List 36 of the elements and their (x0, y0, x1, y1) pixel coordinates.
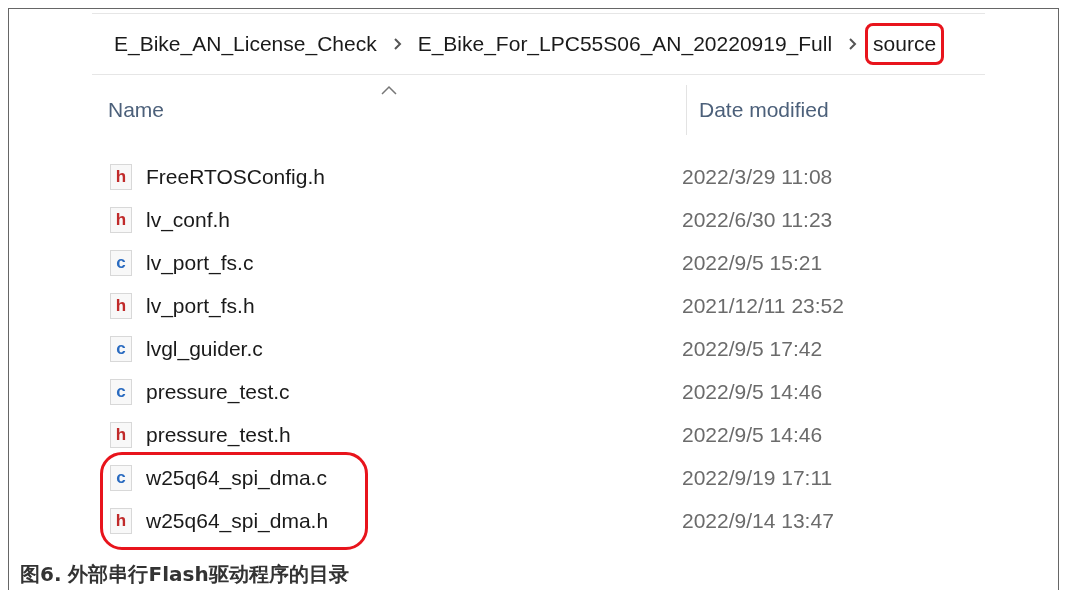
file-icon: h (110, 206, 132, 233)
date-modified: 2021/12/11 23:52 (682, 293, 844, 318)
column-header[interactable]: Name (92, 85, 686, 135)
breadcrumb-item[interactable]: E_Bike_AN_License_Check (106, 23, 385, 65)
date-modified: 2022/9/5 17:42 (682, 336, 823, 361)
date-modified: 2022/3/29 11:08 (682, 164, 833, 189)
file-name[interactable]: lv_conf.h (146, 207, 231, 232)
file-name[interactable]: w25q64_spi_dma.c (146, 465, 327, 490)
file-icon: c (110, 335, 132, 362)
breadcrumb-item[interactable]: E_Bike_For_LPC55S06_AN_20220919_Full (409, 23, 841, 65)
date-modified: 2022/6/30 11:23 (682, 207, 833, 232)
file-name[interactable]: pressure_test.h (146, 422, 291, 447)
file-icon: h (110, 292, 132, 319)
file-icon: h (110, 421, 132, 448)
file-icon: c (110, 249, 132, 276)
file-name[interactable]: pressure_test.c (146, 379, 290, 404)
file-name[interactable]: w25q64_spi_dma.h (146, 508, 329, 533)
file-icon: c (110, 378, 132, 405)
date-modified: 2022/9/5 14:46 (682, 422, 823, 447)
sort-caret-icon (381, 85, 397, 95)
date-modified: 2022/9/5 15:21 (682, 250, 823, 275)
chevron-right-icon (848, 37, 858, 51)
date-modified: 2022/9/5 14:46 (682, 379, 823, 404)
file-icon: h (110, 163, 132, 190)
file-name[interactable]: lvgl_guider.c (146, 336, 263, 361)
column-header[interactable]: Date modified (686, 85, 899, 135)
file-icon: h (110, 507, 132, 534)
figure-caption: 图6. 外部串行Flash驱动程序的目录 (19, 561, 350, 588)
file-name[interactable]: FreeRTOSConfig.h (146, 164, 325, 189)
breadcrumb-item[interactable]: source (865, 23, 945, 65)
file-name[interactable]: lv_port_fs.h (146, 293, 255, 318)
file-name[interactable]: lv_port_fs.c (146, 250, 254, 275)
date-modified: 2022/9/19 17:11 (682, 465, 833, 490)
chevron-right-icon (392, 37, 402, 51)
file-icon: c (110, 464, 132, 491)
date-modified: 2022/9/14 13:47 (682, 508, 834, 533)
